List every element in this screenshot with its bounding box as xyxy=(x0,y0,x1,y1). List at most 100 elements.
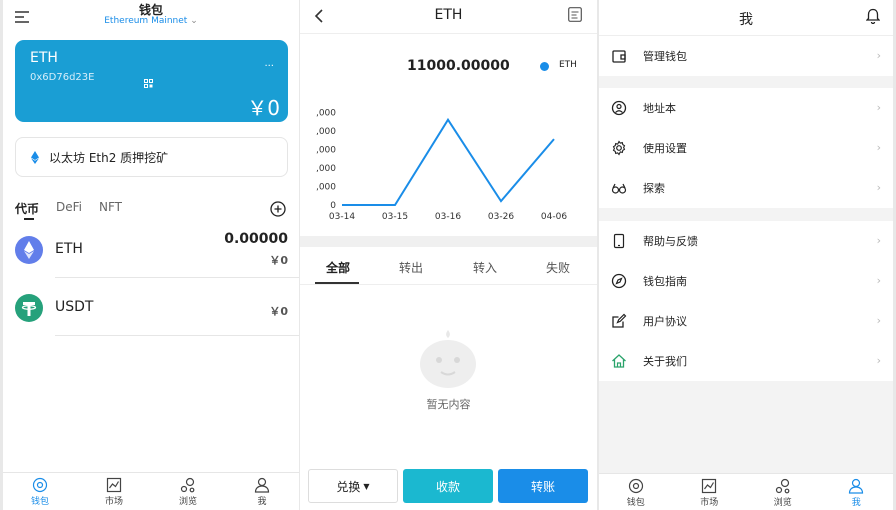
menu-item-address-book[interactable]: 地址本 › xyxy=(599,88,893,128)
exchange-button[interactable]: 兑换 ▼ xyxy=(308,469,398,503)
filter-tab-all[interactable]: 全部 xyxy=(326,259,350,276)
wallet-icon xyxy=(612,50,626,63)
wallet-card[interactable]: ETH 0x6D76d23E ... ￥0 xyxy=(15,40,288,122)
staking-label: 以太坊 Eth2 质押挖矿 xyxy=(49,150,169,165)
market-icon xyxy=(106,477,122,492)
phone-icon xyxy=(613,233,625,249)
empty-state-text: 暂无内容 xyxy=(426,398,471,411)
tab-defi[interactable]: DeFi xyxy=(56,200,82,214)
me-header: 我 xyxy=(599,0,893,36)
token-row-usdt[interactable]: USDT ￥0 xyxy=(3,280,299,336)
card-balance: ￥0 xyxy=(247,96,280,120)
staking-banner[interactable]: 以太坊 Eth2 质押挖矿 xyxy=(15,137,288,177)
bottom-tab-bar: 钱包 市场 浏览 我 xyxy=(3,472,299,510)
document-icon[interactable] xyxy=(568,7,582,22)
detail-amount: 11000.00000 xyxy=(407,58,510,74)
card-address: 0x6D76d23E xyxy=(30,72,95,83)
tabbar-me[interactable]: 我 xyxy=(225,473,299,510)
tabbar-label: 市场 xyxy=(104,496,123,507)
tabbar-browse[interactable]: 浏览 xyxy=(151,473,225,510)
menu-item-settings[interactable]: 使用设置 › xyxy=(599,128,893,168)
menu-item-explore[interactable]: 探索 › xyxy=(599,168,893,208)
filter-tab-failed[interactable]: 失败 xyxy=(546,259,570,276)
receive-button[interactable]: 收款 xyxy=(403,469,493,503)
ethereum-icon xyxy=(31,150,39,164)
tabbar-wallet[interactable]: 钱包 xyxy=(599,474,673,510)
token-name: ETH xyxy=(55,241,83,257)
user-icon xyxy=(849,478,864,494)
menu-item-help-feedback[interactable]: 帮助与反馈 › xyxy=(599,221,893,261)
compass-icon xyxy=(611,273,627,289)
detail-title: ETH xyxy=(434,7,463,23)
exchange-label: 兑换 xyxy=(336,479,361,494)
tabbar-market[interactable]: 市场 xyxy=(673,474,747,510)
network-label: Ethereum Mainnet xyxy=(104,16,188,26)
x-tick-label: 03-15 xyxy=(382,212,408,222)
series-line-eth xyxy=(342,117,555,206)
chevron-right-icon: › xyxy=(876,234,881,247)
network-selector[interactable]: Ethereum Mainnet ⌄ xyxy=(3,16,299,26)
menu-item-about-us[interactable]: 关于我们 › xyxy=(599,341,893,381)
tabbar-label: 钱包 xyxy=(30,496,49,507)
wallet-tab-icon xyxy=(628,478,643,493)
card-more-button[interactable]: ... xyxy=(264,58,274,69)
chevron-right-icon: › xyxy=(876,141,881,154)
menu-item-wallet-guide[interactable]: 钱包指南 › xyxy=(599,261,893,301)
x-tick-label: 03-26 xyxy=(488,212,514,222)
chevron-right-icon: › xyxy=(876,314,881,327)
tabbar-label: 浏览 xyxy=(773,497,792,508)
home-icon xyxy=(612,354,626,368)
tab-underline xyxy=(24,218,34,220)
menu-label: 钱包指南 xyxy=(643,275,687,288)
header-divider xyxy=(300,33,597,34)
card-coin-name: ETH xyxy=(30,50,58,66)
tabbar-label: 市场 xyxy=(700,497,719,508)
eth-line-chart: 0 ,000 ,000 ,000 ,000 ,000 03-14 03-15 03-16 03-2… xyxy=(316,109,567,223)
chevron-right-icon: › xyxy=(876,354,881,367)
browse-icon xyxy=(180,477,195,492)
bell-icon[interactable] xyxy=(865,8,881,25)
tabbar-label: 我 xyxy=(851,497,861,508)
tabbar-label: 钱包 xyxy=(626,497,645,508)
filter-tab-in[interactable]: 转入 xyxy=(473,259,497,276)
token-name: USDT xyxy=(55,299,94,315)
tab-nft[interactable]: NFT xyxy=(99,200,122,214)
divider xyxy=(55,335,299,336)
tabbar-browse[interactable]: 浏览 xyxy=(746,474,820,510)
chevron-right-icon: › xyxy=(876,181,881,194)
add-token-icon[interactable] xyxy=(270,201,286,217)
divider xyxy=(55,277,299,278)
tabbar-market[interactable]: 市场 xyxy=(77,473,151,510)
qr-code-icon[interactable] xyxy=(144,73,153,88)
receive-label: 收款 xyxy=(435,479,460,494)
menu-label: 地址本 xyxy=(643,102,676,115)
menu-group-wallet: 管理钱包 › xyxy=(599,36,893,76)
tabbar-me[interactable]: 我 xyxy=(820,474,894,510)
tab-tokens[interactable]: 代币 xyxy=(15,200,39,217)
y-tick-label: ,000 xyxy=(316,146,336,156)
token-fiat-value: ￥0 xyxy=(269,254,288,267)
filter-tab-out[interactable]: 转出 xyxy=(399,259,423,276)
x-tick-label: 03-14 xyxy=(329,212,355,222)
x-tick-label: 03-16 xyxy=(435,212,461,222)
menu-label: 探索 xyxy=(643,182,665,195)
y-tick-label: 0 xyxy=(330,201,336,211)
chart-section-gap xyxy=(300,236,597,247)
menu-label: 用户协议 xyxy=(643,315,687,328)
menu-label: 关于我们 xyxy=(643,355,687,368)
legend-dot xyxy=(540,62,549,71)
chevron-right-icon: › xyxy=(876,274,881,287)
menu-item-manage-wallet[interactable]: 管理钱包 › xyxy=(599,36,893,76)
tabbar-wallet[interactable]: 钱包 xyxy=(3,473,77,510)
menu-item-user-agreement[interactable]: 用户协议 › xyxy=(599,301,893,341)
edit-icon xyxy=(612,313,627,328)
gear-icon xyxy=(612,140,626,156)
market-icon xyxy=(702,478,717,493)
chevron-down-icon: ⌄ xyxy=(190,16,198,26)
caret-down-icon: ▼ xyxy=(363,481,370,491)
x-tick-label: 04-06 xyxy=(541,212,567,222)
contact-icon xyxy=(611,100,627,116)
token-row-eth[interactable]: ETH 0.00000 ￥0 xyxy=(3,222,299,278)
send-button[interactable]: 转账 xyxy=(498,469,588,503)
menu-group-settings: 地址本 › 使用设置 › 探索 › xyxy=(599,88,893,208)
